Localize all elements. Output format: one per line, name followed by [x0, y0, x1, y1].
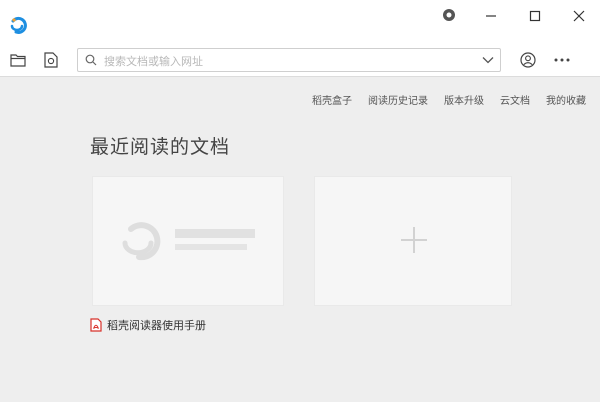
folder-open-icon: [10, 54, 26, 67]
recent-document-card[interactable]: [92, 176, 284, 306]
plus-icon: [401, 227, 427, 253]
more-button[interactable]: [552, 50, 572, 70]
top-links: 稻壳盒子 阅读历史记录 版本升级 云文档 我的收藏: [312, 92, 586, 107]
link-cloud-docs[interactable]: 云文档: [500, 92, 530, 107]
watermark-text: [175, 229, 255, 250]
maximize-icon: [529, 10, 541, 22]
pdf-file-icon: [90, 318, 102, 332]
user-button[interactable]: [518, 50, 538, 70]
docer-watermark-icon: [122, 222, 161, 261]
open-folder-button[interactable]: [8, 50, 28, 70]
link-reading-history[interactable]: 阅读历史记录: [368, 92, 428, 107]
document-search-button[interactable]: [41, 50, 61, 70]
close-icon: [573, 10, 585, 22]
settings-dot-button[interactable]: [432, 3, 466, 27]
user-icon: [520, 52, 536, 68]
recent-document-title[interactable]: 稻壳阅读器使用手册: [90, 317, 206, 333]
document-search-icon: [44, 52, 58, 68]
minimize-button[interactable]: [474, 4, 508, 28]
more-icon: [554, 58, 570, 62]
minimize-icon: [486, 15, 496, 17]
link-version-upgrade[interactable]: 版本升级: [444, 92, 484, 107]
page-title: 最近阅读的文档: [90, 136, 231, 158]
add-document-card[interactable]: [314, 176, 512, 306]
app-logo-icon: [10, 16, 27, 34]
search-icon: [85, 54, 97, 66]
title-bar: [0, 0, 600, 44]
chevron-down-icon[interactable]: [482, 56, 494, 64]
search-bar[interactable]: [77, 48, 501, 72]
recent-document-label: 稻壳阅读器使用手册: [107, 319, 206, 332]
close-button[interactable]: [562, 4, 596, 28]
maximize-button[interactable]: [518, 4, 552, 28]
settings-dot-icon: [443, 9, 455, 21]
link-my-favorites[interactable]: 我的收藏: [546, 92, 586, 107]
search-input[interactable]: [102, 51, 476, 71]
link-docer-box[interactable]: 稻壳盒子: [312, 92, 352, 107]
